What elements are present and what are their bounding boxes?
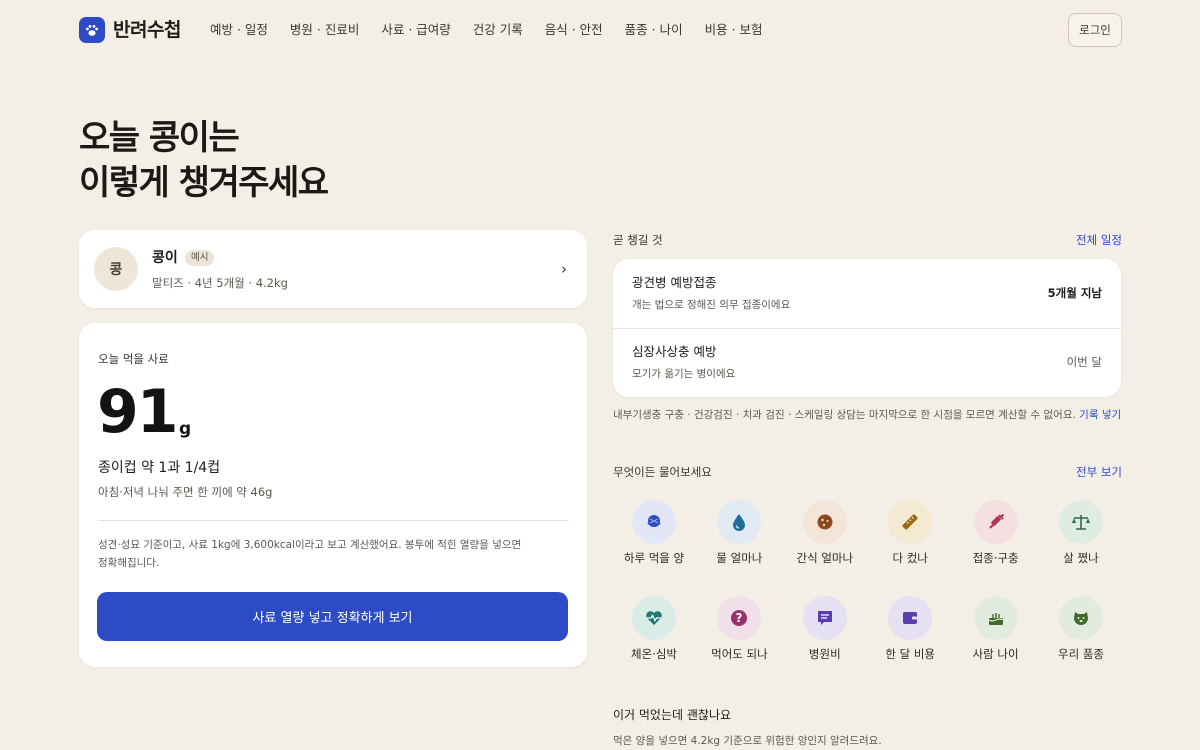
cookie-icon (802, 500, 847, 544)
question-item-label: 접종·구충 (972, 551, 1019, 565)
bowl-icon (632, 500, 676, 544)
nav-cost-insurance[interactable]: 비용 · 보험 (705, 20, 763, 40)
question-item-label: 우리 품종 (1058, 647, 1104, 661)
ruler-icon (888, 500, 933, 544)
question-item[interactable]: 병원비 (782, 596, 868, 676)
question-item[interactable]: 살 쪘나 (1038, 500, 1124, 580)
top-header: 반려수첩 예방 · 일정 병원 · 진료비 사료 · 급여량 건강 기록 음식 … (0, 0, 1200, 60)
see-all-link[interactable]: 전부 보기 (1076, 464, 1122, 480)
page-title-line2: 이렇게 챙겨주세요 (79, 163, 329, 203)
ask-section-label: 무엇이든 물어보세요 (613, 465, 712, 479)
paw-logo-icon[interactable] (79, 17, 105, 43)
nav-breed-age[interactable]: 품종 · 나이 (625, 20, 683, 40)
example-badge: 예시 (185, 250, 215, 266)
question-item[interactable]: ? 먹어도 되나 (696, 596, 782, 676)
syringe-icon (973, 500, 1018, 544)
food-safety-title: 이거 먹었는데 괜찮나요 (613, 708, 732, 722)
schedule-item-desc: 개는 법으로 정해진 의무 접종이에요 (632, 299, 791, 311)
question-item-label: 체온·심박 (631, 647, 677, 661)
food-split-text: 아침·저녁 나눠 주면 한 끼에 약 46g (98, 485, 273, 499)
question-item-label: 한 달 비용 (885, 647, 935, 661)
food-amount-value: 91 (97, 377, 178, 447)
scale-icon (1059, 500, 1103, 544)
dog-face-icon (1059, 596, 1103, 640)
enter-calorie-button[interactable]: 사료 열량 넣고 정확하게 보기 (97, 592, 568, 641)
schedule-item-heartworm[interactable]: 심장사상충 예방 모기가 옮기는 병이에요 이번 달 (613, 328, 1121, 397)
question-item[interactable]: 우리 품종 (1038, 596, 1124, 676)
question-item[interactable]: 물 얼마나 (696, 500, 782, 580)
wallet-icon (888, 596, 933, 640)
schedule-footnote: 내부기생충 구충 · 건강검진 · 치과 검진 · 스케일링 상담는 마지막으로… (613, 407, 1121, 423)
pet-info: 말티즈 · 4년 5개월 · 4.2kg (152, 276, 288, 290)
question-item-label: 살 쪘나 (1063, 551, 1099, 565)
question-item-label: 병원비 (808, 647, 841, 661)
food-note-line1: 성견·성묘 기준이고, 사료 1kg에 3,600kcal이라고 보고 계산했어… (98, 539, 522, 551)
brand-name[interactable]: 반려수첩 (113, 17, 181, 43)
food-note-line2: 정확해집니다. (98, 557, 160, 569)
question-item-label: 먹어도 되나 (711, 647, 768, 661)
schedule-card: 광견병 예방접종 개는 법으로 정해진 의무 접종이에요 5개월 지남 심장사상… (613, 259, 1121, 397)
food-card-title: 오늘 먹을 사료 (98, 352, 169, 366)
water-drop-icon (717, 500, 762, 544)
page-title: 오늘 콩이는 이렇게 챙겨주세요 (79, 116, 329, 206)
schedule-item-title: 광견병 예방접종 (632, 275, 717, 290)
cake-icon (973, 596, 1018, 640)
question-item[interactable]: 체온·심박 (611, 596, 697, 676)
question-item[interactable]: 한 달 비용 (867, 596, 953, 676)
nav-prevention[interactable]: 예방 · 일정 (210, 20, 268, 40)
food-note: 성견·성묘 기준이고, 사료 1kg에 3,600kcal이라고 보고 계산했어… (98, 536, 538, 572)
question-item[interactable]: 다 컸나 (867, 500, 953, 580)
schedule-section-label: 곧 챙길 것 (613, 233, 663, 247)
add-record-link[interactable]: 기록 넣기 (1079, 409, 1121, 421)
all-schedule-link[interactable]: 전체 일정 (1076, 232, 1122, 248)
question-item[interactable]: 간식 얼마나 (782, 500, 868, 580)
question-item-label: 사람 나이 (972, 647, 1019, 661)
schedule-footnote-text: 내부기생충 구충 · 건강검진 · 치과 검진 · 스케일링 상담는 마지막으로… (613, 409, 1076, 421)
question-item[interactable]: 사람 나이 (953, 596, 1039, 676)
schedule-item-desc: 모기가 옮기는 병이에요 (632, 368, 736, 380)
page-title-line1: 오늘 콩이는 (79, 118, 240, 158)
login-button[interactable]: 로그인 (1068, 13, 1122, 47)
receipt-icon (802, 596, 847, 640)
nav-health-record[interactable]: 건강 기록 (473, 20, 523, 40)
nav-food-safety[interactable]: 음식 · 안전 (545, 20, 603, 40)
food-safety-desc: 먹은 양을 넣으면 4.2kg 기준으로 위험한 양인지 알려드려요. (613, 735, 882, 747)
status-badge: 이번 달 (1066, 355, 1102, 369)
pet-name: 콩이 (152, 250, 178, 266)
nav-food-amount[interactable]: 사료 · 급여량 (381, 20, 450, 40)
question-item-label: 다 컸나 (892, 551, 928, 565)
chevron-right-icon: › (561, 260, 567, 278)
main-nav: 예방 · 일정 병원 · 진료비 사료 · 급여량 건강 기록 음식 · 안전 … (210, 20, 785, 40)
question-item-label: 간식 얼마나 (796, 551, 854, 565)
schedule-item-title: 심장사상충 예방 (632, 344, 717, 359)
svg-text:?: ? (736, 611, 743, 625)
divider (98, 520, 568, 521)
avatar: 콩 (94, 247, 138, 291)
pet-profile-card[interactable]: 콩 콩이 예시 말티즈 · 4년 5개월 · 4.2kg › (79, 230, 587, 308)
question-item-label: 물 얼마나 (716, 551, 763, 565)
nav-hospital[interactable]: 병원 · 진료비 (290, 20, 359, 40)
schedule-item-rabies[interactable]: 광견병 예방접종 개는 법으로 정해진 의무 접종이에요 5개월 지남 (613, 259, 1121, 328)
food-cups-text: 종이컵 약 1과 1/4컵 (98, 460, 221, 476)
heart-pulse-icon (632, 596, 676, 640)
question-item[interactable]: 접종·구충 (953, 500, 1039, 580)
question-item[interactable]: 하루 먹을 양 (611, 500, 697, 580)
question-icon: ? (717, 596, 762, 640)
status-badge: 5개월 지남 (1047, 286, 1102, 300)
daily-food-card: 오늘 먹을 사료 91 g 종이컵 약 1과 1/4컵 아침·저녁 나눠 주면 … (79, 323, 587, 667)
food-amount-unit: g (179, 419, 192, 439)
question-item-label: 하루 먹을 양 (623, 551, 685, 565)
